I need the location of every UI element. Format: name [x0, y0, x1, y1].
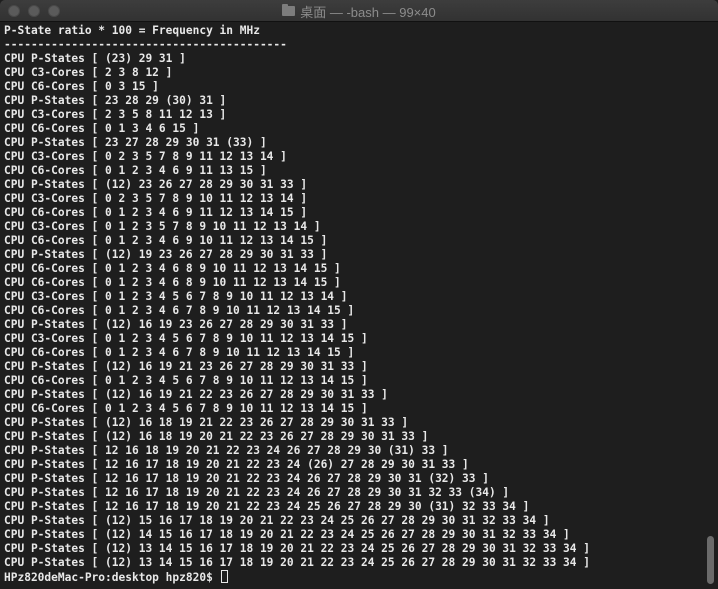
terminal-line: CPU C3-Cores [ 0 1 2 3 4 5 6 7 8 9 10 11… [4, 290, 348, 303]
terminal-line: CPU C3-Cores [ 0 2 3 5 7 8 9 10 11 12 13… [4, 192, 308, 205]
terminal-line: CPU C6-Cores [ 0 1 2 3 4 6 8 9 10 11 12 … [4, 276, 341, 289]
terminal-line: CPU P-States [ 12 16 17 18 19 20 21 22 2… [4, 500, 530, 513]
terminal-line: CPU C6-Cores [ 0 1 2 3 4 6 9 11 13 15 ] [4, 164, 267, 177]
terminal-line: CPU P-States [ (12) 16 18 19 20 21 22 23… [4, 430, 429, 443]
terminal-line: CPU C6-Cores [ 0 1 3 4 6 15 ] [4, 122, 200, 135]
terminal-line: CPU C3-Cores [ 0 2 3 5 7 8 9 11 12 13 14… [4, 150, 287, 163]
terminal-line: CPU P-States [ (12) 16 19 23 26 27 28 29… [4, 318, 348, 331]
terminal-line: CPU P-States [ 23 28 29 (30) 31 ] [4, 94, 227, 107]
terminal-line: ----------------------------------------… [4, 38, 287, 51]
terminal-line: CPU C6-Cores [ 0 1 2 3 4 5 6 7 8 9 10 11… [4, 374, 368, 387]
window-title-container: 桌面 — -bash — 99×40 [0, 0, 718, 22]
shell-prompt: HPz820deMac-Pro:desktop hpz820$ [4, 571, 220, 584]
terminal-line: CPU P-States [ 12 16 17 18 19 20 21 22 2… [4, 458, 469, 471]
scrollbar-thumb[interactable] [707, 536, 714, 584]
terminal-line: CPU P-States [ (23) 29 31 ] [4, 52, 186, 65]
terminal-line: CPU C6-Cores [ 0 1 2 3 4 6 7 8 9 10 11 1… [4, 304, 355, 317]
terminal-line: CPU C3-Cores [ 0 1 2 3 4 5 6 7 8 9 10 11… [4, 332, 368, 345]
prompt-line[interactable]: HPz820deMac-Pro:desktop hpz820$ [4, 570, 700, 584]
folder-icon [282, 4, 296, 16]
terminal-output-area[interactable]: P-State ratio * 100 = Frequency in MHz --… [4, 24, 700, 586]
window-title: 桌面 — -bash — 99×40 [300, 4, 436, 20]
terminal-line: CPU P-States [ (12) 19 23 26 27 28 29 30… [4, 248, 328, 261]
terminal-line: CPU P-States [ (12) 15 16 17 18 19 20 21… [4, 514, 550, 527]
terminal-line: CPU P-States [ 12 16 18 19 20 21 22 23 2… [4, 444, 449, 457]
terminal-line: CPU P-States [ (12) 16 19 21 22 23 26 27… [4, 388, 388, 401]
vertical-scrollbar[interactable] [703, 23, 718, 589]
terminal-line: CPU P-States [ (12) 23 26 27 28 29 30 31… [4, 178, 308, 191]
terminal-line: CPU P-States [ (12) 16 18 19 21 22 23 26… [4, 416, 409, 429]
text-cursor [220, 570, 228, 583]
terminal-line: CPU P-States [ (12) 16 19 21 23 26 27 28… [4, 360, 368, 373]
terminal-line: CPU P-States [ (12) 14 15 16 17 18 19 20… [4, 528, 570, 541]
terminal-line: CPU C6-Cores [ 0 1 2 3 4 6 7 8 9 10 11 1… [4, 346, 355, 359]
terminal-line: CPU C3-Cores [ 2 3 8 12 ] [4, 66, 173, 79]
title-bar[interactable]: 桌面 — -bash — 99×40 [0, 0, 718, 22]
terminal-line: P-State ratio * 100 = Frequency in MHz [4, 24, 260, 37]
terminal-line: CPU P-States [ 23 27 28 29 30 31 (33) ] [4, 136, 267, 149]
terminal-line: CPU P-States [ (12) 13 14 15 16 17 18 19… [4, 556, 590, 569]
terminal-line: CPU C6-Cores [ 0 1 2 3 4 5 6 7 8 9 10 11… [4, 402, 368, 415]
terminal-line: CPU P-States [ 12 16 17 18 19 20 21 22 2… [4, 486, 510, 499]
terminal-window: 桌面 — -bash — 99×40 P-State ratio * 100 =… [0, 0, 718, 589]
terminal-line: CPU C6-Cores [ 0 1 2 3 4 6 9 10 11 12 13… [4, 234, 328, 247]
terminal-line: CPU C6-Cores [ 0 1 2 3 4 6 9 11 12 13 14… [4, 206, 308, 219]
terminal-line: CPU C3-Cores [ 2 3 5 8 11 12 13 ] [4, 108, 227, 121]
terminal-line: CPU P-States [ (12) 13 14 15 16 17 18 19… [4, 542, 590, 555]
terminal-line: CPU C6-Cores [ 0 1 2 3 4 6 8 9 10 11 12 … [4, 262, 341, 275]
terminal-line: CPU P-States [ 12 16 17 18 19 20 21 22 2… [4, 472, 489, 485]
terminal-line: CPU C3-Cores [ 0 1 2 3 5 7 8 9 10 11 12 … [4, 220, 321, 233]
terminal-line: CPU C6-Cores [ 0 3 15 ] [4, 80, 159, 93]
